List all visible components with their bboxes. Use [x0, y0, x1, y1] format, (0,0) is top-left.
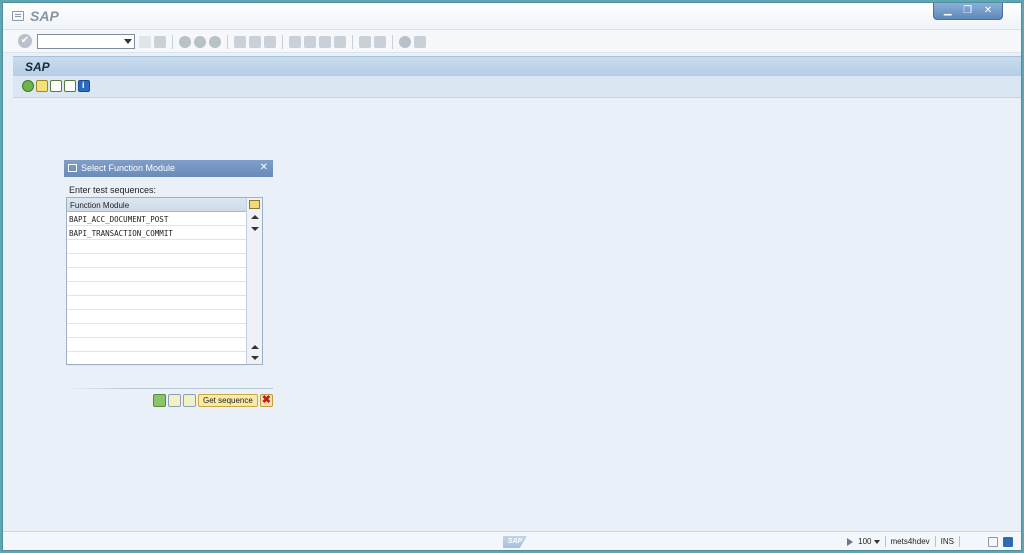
restore-icon[interactable]: ❐ — [963, 6, 972, 16]
table-row[interactable] — [67, 254, 247, 268]
scroll-down-icon[interactable] — [251, 227, 259, 231]
table-icon[interactable] — [64, 80, 76, 92]
first-page-icon[interactable] — [289, 36, 301, 48]
dialog-label: Enter test sequences: — [69, 185, 157, 195]
next-page-icon[interactable] — [319, 36, 331, 48]
menu-icon[interactable] — [12, 11, 24, 21]
table-row[interactable] — [67, 268, 247, 282]
scroll-down-icon[interactable] — [251, 356, 259, 360]
dropdown-arrow-icon[interactable] — [124, 39, 132, 44]
dialog-buttons: Get sequence ✖ — [153, 394, 273, 407]
screen-header: SAP — [13, 56, 1021, 76]
toolbar-separator — [172, 35, 173, 49]
title-bar: SAP ▁ ❐ ✕ — [3, 3, 1021, 30]
table-row[interactable]: BAPI_ACC_DOCUMENT_POST — [67, 212, 247, 226]
window-title: SAP — [30, 8, 59, 24]
connection-icon[interactable] — [988, 536, 998, 547]
minimize-icon[interactable]: ▁ — [944, 6, 952, 16]
status-separator — [934, 536, 936, 547]
help-icon[interactable] — [399, 36, 411, 48]
previous-page-icon[interactable] — [304, 36, 316, 48]
cancel-button[interactable]: ✖ — [259, 394, 273, 407]
toolbar-separator — [392, 35, 393, 49]
status-bar: SAP 100 mets4hdev INS — [3, 531, 1021, 550]
back-icon[interactable] — [139, 36, 151, 48]
execute-icon[interactable] — [22, 80, 34, 92]
back-nav-icon[interactable] — [179, 36, 191, 48]
zoom-level[interactable]: 100 — [858, 537, 880, 546]
command-field[interactable] — [37, 34, 135, 49]
select-function-module-dialog: Select Function Module ✕ Enter test sequ… — [64, 160, 273, 415]
table-row[interactable] — [67, 240, 247, 254]
dialog-icon — [68, 164, 77, 172]
customize-layout-icon[interactable] — [414, 36, 426, 48]
exit-icon[interactable] — [194, 36, 206, 48]
status-info: 100 mets4hdev INS — [847, 536, 1013, 547]
screen-title: SAP — [25, 60, 50, 74]
table-row[interactable]: BAPI_TRANSACTION_COMMIT — [67, 226, 247, 240]
table-rows: BAPI_ACC_DOCUMENT_POST BAPI_TRANSACTION_… — [67, 212, 247, 366]
insert-mode[interactable]: INS — [941, 537, 954, 546]
sap-window: SAP ▁ ❐ ✕ ✔ SAP i Select Function Module… — [2, 2, 1022, 551]
cancel-icon[interactable] — [209, 36, 221, 48]
find-next-icon[interactable] — [264, 36, 276, 48]
save-icon[interactable] — [154, 36, 166, 48]
zoom-dropdown-icon[interactable] — [873, 539, 880, 544]
info-icon[interactable] — [78, 80, 90, 92]
dialog-title: Select Function Module — [81, 163, 176, 173]
scroll-up-icon[interactable] — [251, 345, 259, 349]
table-scrollbar[interactable] — [246, 198, 262, 364]
column-header[interactable]: Function Module — [67, 198, 247, 212]
enter-icon[interactable]: ✔ — [18, 34, 32, 48]
toolbar-icons — [139, 35, 426, 49]
status-expand-icon[interactable] — [847, 537, 854, 546]
find-icon[interactable] — [249, 36, 261, 48]
function-module-table: Function Module BAPI_ACC_DOCUMENT_POST B… — [66, 197, 263, 366]
table-row[interactable] — [67, 352, 247, 366]
table-row[interactable] — [67, 310, 247, 324]
window-controls: ▁ ❐ ✕ — [933, 3, 1003, 20]
status-separator — [884, 536, 886, 547]
system-name: mets4hdev — [890, 537, 930, 546]
close-icon[interactable]: ✕ — [984, 6, 992, 16]
variant-icon[interactable] — [50, 80, 62, 92]
dialog-title-bar[interactable]: Select Function Module ✕ — [64, 160, 273, 177]
get-sequence-button[interactable]: Get sequence — [198, 394, 258, 407]
table-row[interactable] — [67, 282, 247, 296]
new-session-icon[interactable] — [359, 36, 371, 48]
execute-button[interactable] — [153, 394, 166, 407]
lock-icon[interactable] — [1003, 536, 1013, 547]
status-separator — [959, 536, 960, 547]
print-icon[interactable] — [234, 36, 246, 48]
toolbar-separator — [352, 35, 353, 49]
application-toolbar — [13, 76, 1021, 98]
scroll-up-icon[interactable] — [251, 215, 259, 219]
table-row[interactable] — [67, 296, 247, 310]
sap-logo: SAP — [503, 536, 527, 548]
insert-row-button[interactable] — [168, 394, 181, 407]
dialog-footer-divider — [66, 388, 273, 389]
copy-icon[interactable] — [36, 80, 48, 92]
table-row[interactable] — [67, 338, 247, 352]
shortcut-icon[interactable] — [374, 36, 386, 48]
table-row[interactable] — [67, 324, 247, 338]
table-settings-icon[interactable] — [249, 200, 260, 209]
system-toolbar: ✔ — [3, 30, 1021, 53]
delete-row-button[interactable] — [183, 394, 196, 407]
dialog-close-icon[interactable]: ✕ — [260, 162, 268, 173]
toolbar-separator — [282, 35, 283, 49]
last-page-icon[interactable] — [334, 36, 346, 48]
toolbar-separator — [227, 35, 228, 49]
app-toolbar-icons — [22, 80, 90, 92]
